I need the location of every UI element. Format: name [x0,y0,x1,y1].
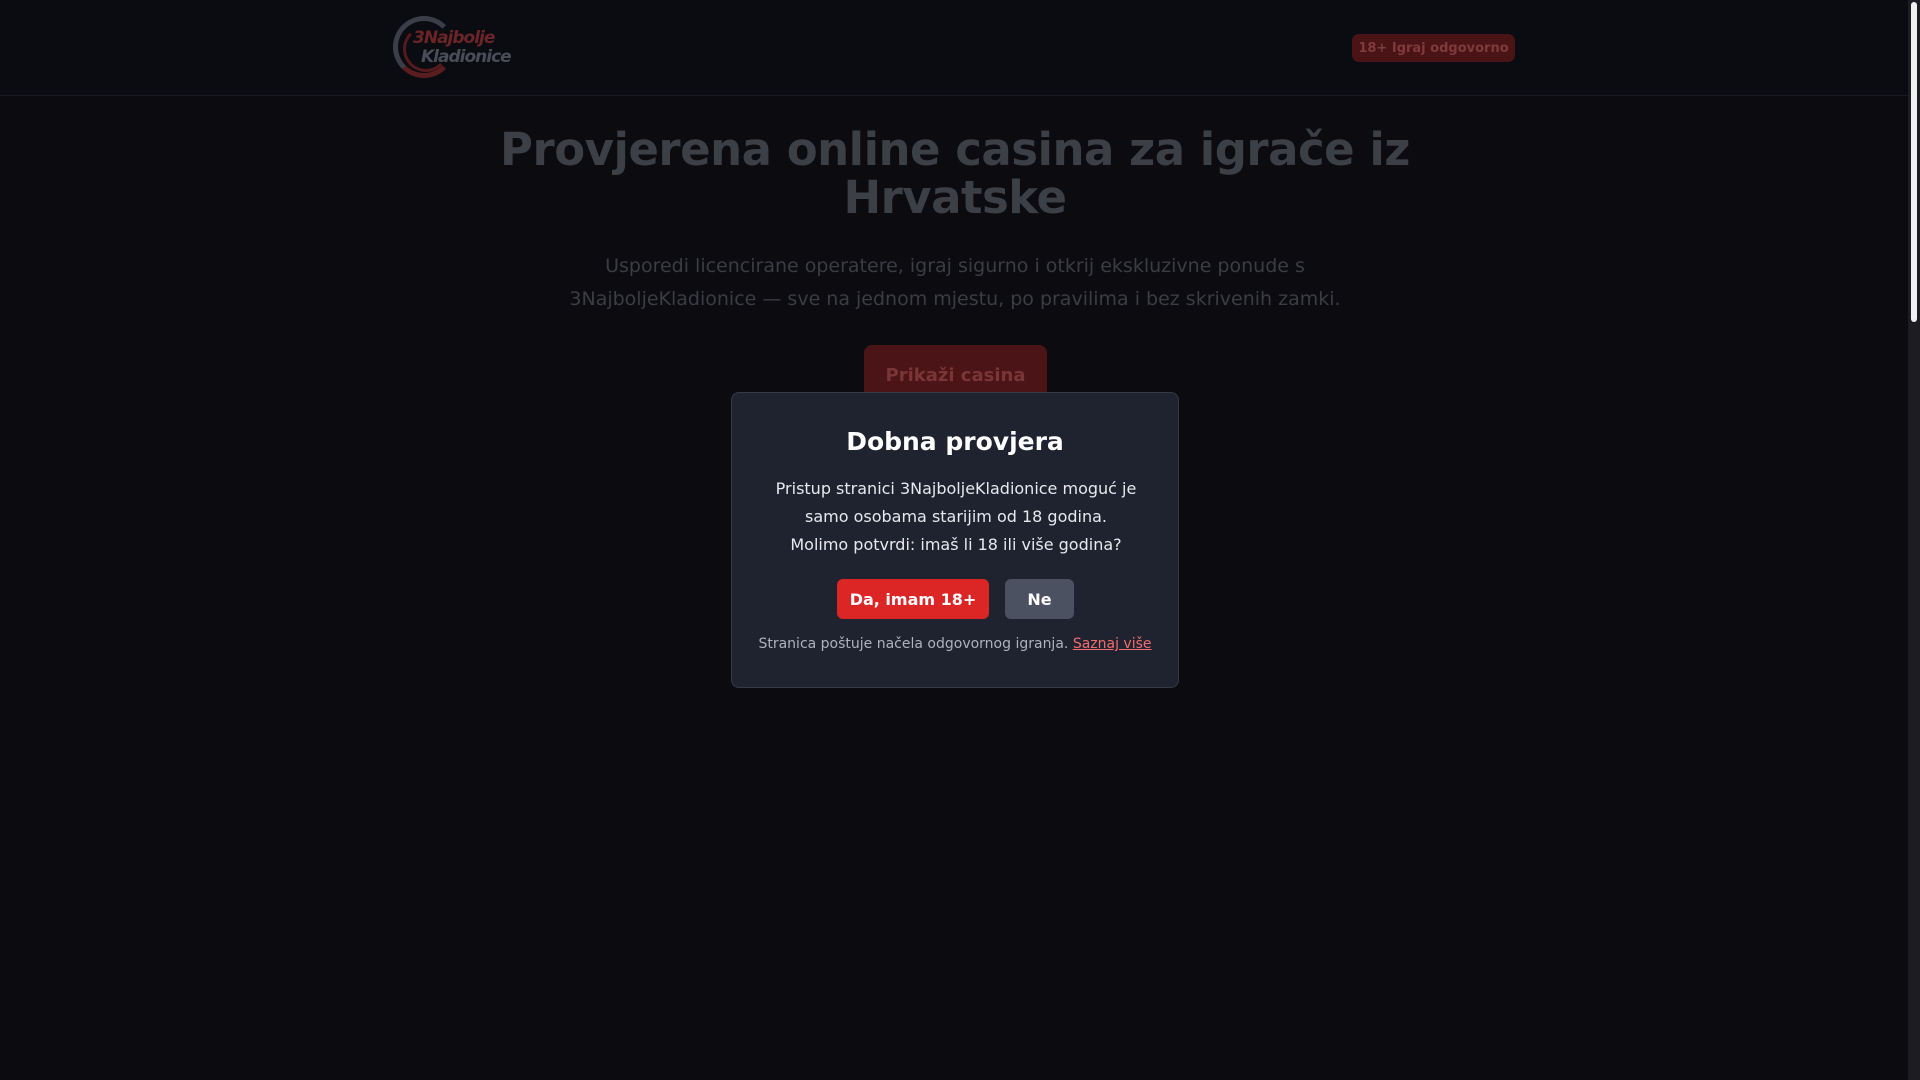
deny-age-button[interactable]: Ne [1005,579,1074,619]
age-verification-modal: Dobna provjera Pristup stranici 3Najbolj… [731,392,1179,688]
modal-message-line: Pristup stranici 3NajboljeKladionice mog… [775,479,1137,498]
modal-message-line: Molimo potvrdi: imaš li 18 ili više godi… [790,535,1122,554]
modal-message-line: samo osobama starijim od 18 godina. [804,507,1107,526]
modal-message: Pristup stranici 3NajboljeKladionice mog… [772,475,1140,559]
page: 3Najbolje Kladionice 18+ Igraj odgovorno… [0,0,1908,1080]
vertical-scrollbar[interactable] [1908,0,1920,1080]
modal-title: Dobna provjera [846,427,1064,456]
learn-more-link[interactable]: Saznaj više [1073,636,1152,652]
modal-footer-text: Stranica poštuje načela odgovornog igran… [758,636,1069,652]
scrollbar-thumb[interactable] [1911,2,1917,322]
modal-footer: Stranica poštuje načela odgovornog igran… [732,636,1178,652]
confirm-age-button[interactable]: Da, imam 18+ [837,579,989,619]
